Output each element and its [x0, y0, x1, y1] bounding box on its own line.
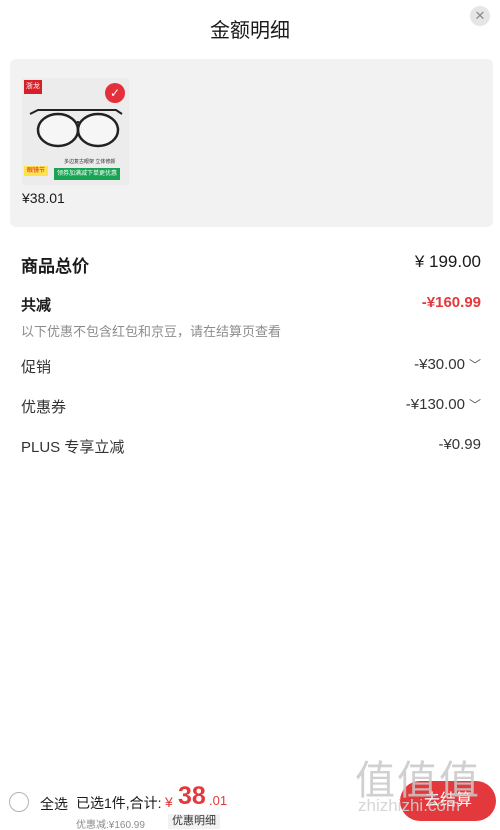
sum-amount-integer: 38 — [178, 782, 206, 810]
total-price-value: ¥ 199.00 — [414, 252, 481, 271]
product-card: 浙龙 ✓ 多边复古眼架 立体修颜 眼镜节 领券加满减下单更优惠 ¥38.01 — [10, 59, 493, 227]
promo-banner: 领券加满减下单更优惠 — [54, 168, 121, 180]
coupon-label: 优惠券 — [21, 399, 67, 416]
total-price-row: 商品总价 ¥ 199.00 — [21, 252, 481, 276]
promo-badge: 眼镜节 — [24, 166, 49, 176]
total-discount-row: 共减 -¥160.99 — [21, 294, 481, 314]
product-price: ¥38.01 — [22, 190, 65, 206]
sum-amount-decimal: .01 — [209, 793, 228, 808]
header: 金额明细 ✕ — [0, 0, 500, 54]
close-icon[interactable]: ✕ — [470, 6, 490, 26]
checkout-bar: 全选 已选1件,合计: ¥ 38 .01 优惠减:¥160.99 优惠明细 去结… — [0, 776, 500, 830]
product-promo-text: 多边复古眼架 立体修颜 — [64, 159, 116, 165]
total-discount-value: -¥160.99 — [421, 294, 481, 311]
sum-currency: ¥ — [165, 794, 173, 810]
promotion-value-wrap: -¥30.00 ﹀ — [414, 356, 481, 373]
select-all-label[interactable]: 全选 — [40, 794, 68, 814]
checkout-button[interactable]: 去结算 — [400, 781, 496, 821]
product-thumbnail[interactable]: 浙龙 ✓ 多边复古眼架 立体修颜 眼镜节 领券加满减下单更优惠 — [22, 78, 129, 185]
promotion-value: -¥30.00 — [414, 356, 465, 373]
total-discount-label: 共减 — [21, 297, 52, 314]
chevron-down-icon[interactable]: ﹀ — [469, 396, 481, 413]
discount-detail-button[interactable]: 优惠明细 — [168, 814, 220, 829]
brand-logo: 浙龙 — [24, 80, 42, 94]
promotion-row[interactable]: 促销 -¥30.00 ﹀ — [21, 356, 481, 376]
coupon-row[interactable]: 优惠券 -¥130.00 ﹀ — [21, 396, 481, 416]
plus-discount-row: PLUS 专享立减 -¥0.99 — [21, 436, 481, 456]
plus-discount-value: -¥0.99 — [438, 436, 481, 453]
discount-summary: 优惠减:¥160.99 — [76, 820, 145, 830]
select-all-radio[interactable] — [9, 792, 29, 812]
coupon-value-wrap: -¥130.00 ﹀ — [406, 396, 481, 413]
chevron-down-icon[interactable]: ﹀ — [469, 356, 481, 373]
discount-note: 以下优惠不包含红包和京豆，请在结算页查看 — [21, 324, 282, 339]
plus-discount-label: PLUS 专享立减 — [21, 439, 125, 456]
coupon-value: -¥130.00 — [405, 396, 465, 413]
page-title: 金额明细 — [210, 20, 290, 42]
promotion-label: 促销 — [21, 359, 52, 376]
total-price-label: 商品总价 — [21, 257, 89, 276]
selected-count: 已选1件,合计: — [76, 795, 162, 811]
glasses-icon — [29, 109, 123, 148]
